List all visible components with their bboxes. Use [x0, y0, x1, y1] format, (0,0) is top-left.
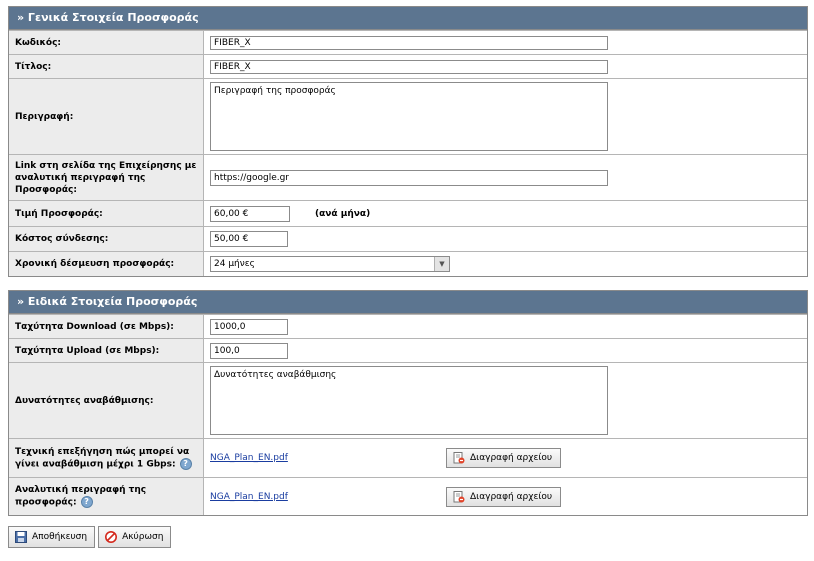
commitment-row: Χρονική δέσμευση προσφοράς: 24 μήνες ▼ — [9, 251, 807, 276]
tech-label-cell: Τεχνική επεξήγηση πώς μπορεί να γίνει αν… — [9, 439, 204, 477]
price-row: Τιμή Προσφοράς: (ανά μήνα) — [9, 200, 807, 226]
upload-row: Ταχύτητα Upload (σε Mbps): — [9, 338, 807, 362]
price-label: Τιμή Προσφοράς: — [9, 201, 204, 226]
general-section-header: » Γενικά Στοιχεία Προσφοράς — [9, 7, 807, 30]
commitment-label: Χρονική δέσμευση προσφοράς: — [9, 252, 204, 276]
tech-row: Τεχνική επεξήγηση πώς μπορεί να γίνει αν… — [9, 438, 807, 477]
delete-detail-file-button[interactable]: Διαγραφή αρχείου — [446, 486, 562, 507]
commitment-select[interactable]: 24 μήνες ▼ — [210, 256, 450, 272]
connection-cost-row: Κόστος σύνδεσης: — [9, 226, 807, 251]
help-icon[interactable]: ? — [80, 496, 93, 509]
upload-input[interactable] — [210, 342, 288, 359]
detail-label-cell: Αναλυτική περιγραφή της προσφοράς:? — [9, 478, 204, 515]
title-row: Τίτλος: — [9, 54, 807, 78]
connection-cost-input[interactable] — [210, 231, 288, 247]
download-input[interactable] — [210, 318, 288, 335]
upgrade-label: Δυνατότητες αναβάθμισης: — [9, 363, 204, 438]
detail-row: Αναλυτική περιγραφή της προσφοράς:? NGA_… — [9, 477, 807, 515]
price-note: (ανά μήνα) — [315, 208, 371, 219]
code-input[interactable] — [210, 35, 608, 50]
cancel-icon — [105, 531, 118, 543]
link-label: Link στη σελίδα της Επιχείρησης με αναλυ… — [9, 155, 204, 200]
link-input[interactable] — [210, 169, 608, 186]
cancel-label: Ακύρωση — [122, 532, 164, 542]
title-input[interactable] — [210, 59, 608, 74]
title-label: Τίτλος: — [9, 55, 204, 78]
commitment-selected-value: 24 μήνες — [214, 259, 255, 269]
delete-detail-file-label: Διαγραφή αρχείου — [470, 491, 553, 502]
delete-file-icon — [453, 452, 465, 464]
delete-tech-file-button[interactable]: Διαγραφή αρχείου — [446, 448, 562, 468]
upload-label: Ταχύτητα Upload (σε Mbps): — [9, 339, 204, 362]
download-label: Ταχύτητα Download (σε Mbps): — [9, 315, 204, 338]
link-row: Link στη σελίδα της Επιχείρησης με αναλυ… — [9, 154, 807, 200]
delete-tech-file-label: Διαγραφή αρχείου — [470, 453, 553, 463]
help-icon[interactable]: ? — [179, 457, 192, 470]
save-icon — [15, 531, 27, 543]
tech-file-link[interactable]: NGA_Plan_EN.pdf — [210, 453, 288, 463]
specific-section-header: » Ειδικά Στοιχεία Προσφοράς — [9, 291, 807, 314]
delete-file-icon — [453, 490, 465, 503]
detail-file-link[interactable]: NGA_Plan_EN.pdf — [210, 492, 288, 502]
save-button[interactable]: Αποθήκευση — [8, 526, 96, 548]
price-input[interactable] — [210, 205, 290, 222]
description-row: Περιγραφή: Περιγραφή της προσφοράς — [9, 78, 807, 154]
tech-label: Τεχνική επεξήγηση πώς μπορεί να γίνει αν… — [15, 446, 190, 470]
connection-cost-label: Κόστος σύνδεσης: — [9, 227, 204, 251]
cancel-button[interactable]: Ακύρωση — [98, 526, 172, 548]
code-row: Κωδικός: — [9, 30, 807, 54]
description-textarea[interactable]: Περιγραφή της προσφοράς — [210, 82, 608, 151]
action-bar: Αποθήκευση Ακύρωση — [8, 526, 172, 548]
upgrade-row: Δυνατότητες αναβάθμισης: Δυνατότητες ανα… — [9, 362, 807, 438]
upgrade-textarea[interactable]: Δυνατότητες αναβάθμισης — [210, 366, 608, 435]
general-section: » Γενικά Στοιχεία Προσφοράς Κωδικός: Τίτ… — [8, 6, 808, 277]
code-label: Κωδικός: — [9, 31, 204, 54]
description-label: Περιγραφή: — [9, 79, 204, 154]
download-row: Ταχύτητα Download (σε Mbps): — [9, 314, 807, 338]
specific-section: » Ειδικά Στοιχεία Προσφοράς Ταχύτητα Dow… — [8, 290, 808, 516]
chevron-down-icon[interactable]: ▼ — [434, 257, 449, 271]
save-label: Αποθήκευση — [32, 532, 88, 542]
